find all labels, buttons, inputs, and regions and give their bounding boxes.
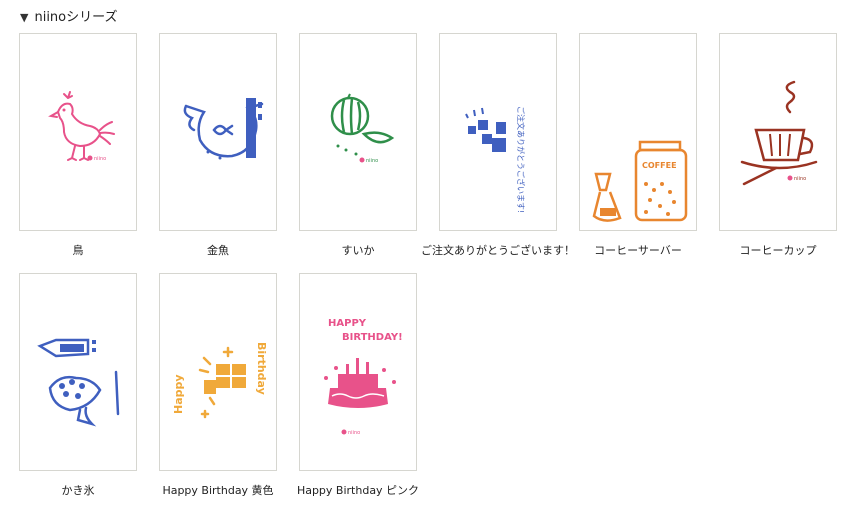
product-label[interactable]: Happy Birthday 黄色 bbox=[149, 482, 287, 498]
birthday-pink-illustration: HAPPY BIRTHDAY! niino bbox=[324, 318, 403, 436]
product-card-birthday-pink[interactable]: HAPPY BIRTHDAY! niino bbox=[299, 273, 417, 471]
svg-text:niino: niino bbox=[794, 176, 806, 182]
shaved-ice-illustration bbox=[37, 338, 120, 427]
coffee-server-illustration: COFFEE bbox=[592, 140, 688, 222]
svg-text:BIRTHDAY!: BIRTHDAY! bbox=[342, 332, 403, 343]
product-label[interactable]: 鳥 bbox=[19, 242, 137, 258]
product-label[interactable]: 金魚 bbox=[159, 242, 277, 258]
product-card-coffee-server[interactable]: COFFEE bbox=[579, 33, 697, 231]
section-title: niinoシリーズ bbox=[34, 10, 118, 25]
svg-text:Happy: Happy bbox=[172, 374, 185, 414]
product-card-thank-you[interactable]: ご注文ありがとうございます! bbox=[439, 33, 557, 231]
svg-text:niino: niino bbox=[366, 158, 378, 164]
product-card-coffee-cup[interactable]: niino bbox=[719, 33, 837, 231]
goldfish-illustration bbox=[183, 98, 264, 160]
product-card-birthday-yellow[interactable]: Happy Birthday bbox=[159, 273, 277, 471]
svg-text:ご注文ありがとうございます!: ご注文ありがとうございます! bbox=[516, 106, 526, 213]
product-label[interactable]: ご注文ありがとうございます！ bbox=[419, 242, 577, 258]
svg-text:niino: niino bbox=[348, 430, 360, 436]
birthday-yellow-illustration: Happy Birthday bbox=[172, 342, 268, 419]
product-card-goldfish[interactable] bbox=[159, 33, 277, 231]
section-header[interactable]: ▼ niinoシリーズ bbox=[20, 9, 117, 27]
collapse-triangle-icon[interactable]: ▼ bbox=[20, 9, 28, 27]
svg-text:COFFEE: COFFEE bbox=[642, 161, 677, 170]
watermelon-illustration: niino bbox=[330, 93, 395, 164]
product-label[interactable]: Happy Birthday ピンク bbox=[289, 482, 427, 498]
svg-text:niino: niino bbox=[94, 156, 106, 162]
product-card-watermelon[interactable]: niino bbox=[299, 33, 417, 231]
product-card-bird[interactable]: niino bbox=[19, 33, 137, 231]
product-label[interactable]: かき氷 bbox=[19, 482, 137, 498]
coffee-cup-illustration: niino bbox=[740, 80, 818, 186]
bird-illustration: niino bbox=[48, 91, 115, 162]
svg-text:Birthday: Birthday bbox=[255, 342, 268, 395]
thank-you-illustration: ご注文ありがとうございます! bbox=[465, 106, 526, 213]
product-label[interactable]: コーヒーカップ bbox=[719, 242, 837, 258]
product-label[interactable]: コーヒーサーバー bbox=[579, 242, 697, 258]
product-card-shaved-ice[interactable] bbox=[19, 273, 137, 471]
product-label[interactable]: すいか bbox=[299, 242, 417, 258]
svg-text:HAPPY: HAPPY bbox=[328, 318, 367, 329]
